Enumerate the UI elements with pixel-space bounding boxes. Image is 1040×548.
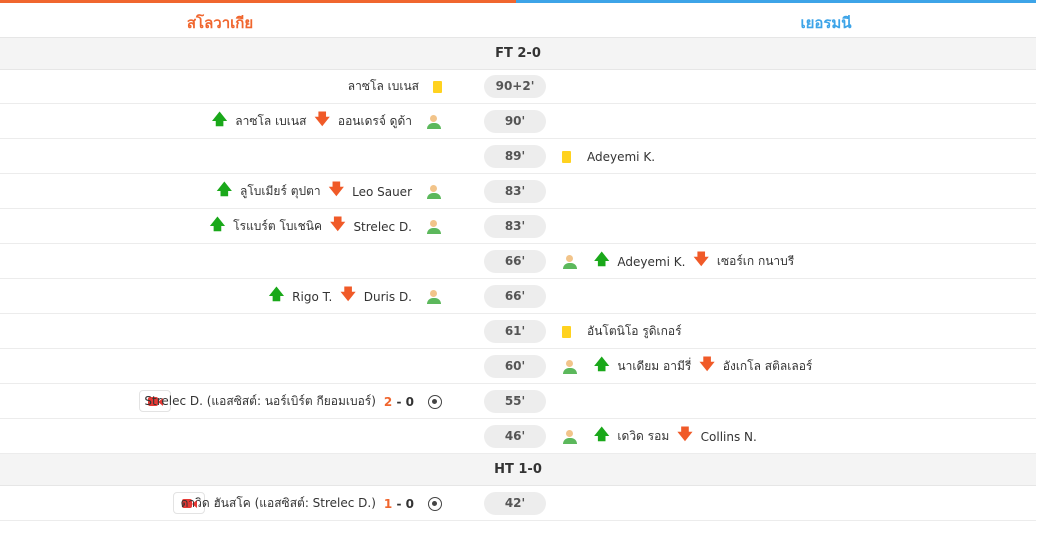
player-name: อันโตนิโอ รูดิเกอร์	[587, 324, 682, 338]
football-icon	[428, 496, 442, 511]
substitution-icon	[426, 184, 442, 199]
event-minute: 90'	[484, 110, 546, 133]
event-row: 🡅 Rigo T. 🡇 Duris D. 66'	[0, 279, 1036, 314]
substitution-icon	[426, 219, 442, 234]
sub-in-arrow-icon: 🡅	[211, 110, 228, 128]
player-name: ลาซโล เบเนส	[347, 79, 419, 93]
event-row: 61' อันโตนิโอ รูดิเกอร์	[0, 314, 1036, 349]
sub-out-arrow-icon: 🡇	[677, 425, 693, 443]
yellow-card-icon	[562, 325, 571, 338]
event-minute: 42'	[484, 492, 546, 515]
sub-out-player: Leo Sauer	[352, 184, 412, 199]
event-row: 89' Adeyemi K.	[0, 139, 1036, 174]
event-row: 🡅 โรแบร์ต โบเชนิค 🡇 Strelec D. 83'	[0, 209, 1036, 244]
sub-out-arrow-icon: 🡇	[330, 215, 346, 233]
sub-in-player: ลูโบเมียร์ ตุปตา	[240, 184, 321, 198]
sub-in-player: นาเดียม อามีรี่	[617, 359, 692, 373]
substitution-icon	[562, 254, 578, 269]
goal-score: 1 - 0	[384, 497, 414, 511]
football-icon	[428, 394, 442, 409]
sub-in-player: โรแบร์ต โบเชนิค	[233, 219, 323, 233]
sub-out-player: Collins N.	[700, 429, 757, 444]
sub-out-player: ออนเดรจ์ ดูด้า	[337, 114, 412, 128]
sub-in-arrow-icon: 🡅	[594, 355, 610, 373]
sub-out-arrow-icon: 🡇	[693, 250, 709, 268]
event-minute: 83'	[484, 180, 546, 203]
sub-in-arrow-icon: 🡅	[209, 215, 226, 233]
yellow-card-icon	[433, 80, 442, 93]
sub-out-arrow-icon: 🡇	[699, 355, 715, 373]
event-minute: 83'	[484, 215, 546, 238]
sub-out-arrow-icon: 🡇	[340, 285, 356, 303]
yellow-card-icon	[562, 150, 571, 163]
event-minute: 66'	[484, 285, 546, 308]
goal-description: Strelec D. (แอสซิสต์: นอร์เบิร์ต กียอมเบ…	[144, 394, 376, 408]
sub-in-arrow-icon: 🡅	[268, 285, 285, 303]
period-halftime: HT 1-0	[0, 454, 1036, 486]
sub-out-player: Strelec D.	[353, 219, 412, 234]
event-minute: 89'	[484, 145, 546, 168]
substitution-icon	[562, 429, 578, 444]
event-row: ดาวิด ฮันสโค (แอสซิสต์: Strelec D.) 1 - …	[0, 486, 1036, 521]
event-row: 🡅 ลูโบเมียร์ ตุปตา 🡇 Leo Sauer 83'	[0, 174, 1036, 209]
score-separator: -	[396, 394, 402, 409]
event-row: 60' 🡅 นาเดียม อามีรี่ 🡇 อังเกโล สติลเลอร…	[0, 349, 1036, 384]
teams-header: สโลวาเกีย เยอรมนี	[0, 0, 1036, 38]
score-home: 2	[383, 394, 393, 409]
player-name: Adeyemi K.	[587, 149, 656, 164]
sub-in-player: Rigo T.	[292, 289, 333, 304]
sub-out-player: Duris D.	[363, 289, 412, 304]
sub-out-arrow-icon: 🡇	[328, 180, 345, 198]
substitution-icon	[426, 289, 442, 304]
event-minute: 55'	[484, 390, 546, 413]
event-minute: 66'	[484, 250, 546, 273]
sub-in-player: Adeyemi K.	[617, 254, 686, 269]
event-minute: 90+2'	[484, 75, 546, 98]
substitution-icon	[426, 114, 442, 129]
event-row: 🡅 ลาซโล เบเนส 🡇 ออนเดรจ์ ดูด้า 90'	[0, 104, 1036, 139]
goal-description: ดาวิด ฮันสโค (แอสซิสต์: Strelec D.)	[180, 496, 376, 510]
event-row: 46' 🡅 เดวิด รอม 🡇 Collins N.	[0, 419, 1036, 454]
event-row: ลาซโล เบเนส 90+2'	[0, 69, 1036, 104]
away-team-name[interactable]: เยอรมนี	[516, 11, 1040, 35]
score-home: 1	[383, 496, 393, 511]
away-accent-line	[516, 0, 1036, 3]
event-minute: 46'	[484, 425, 546, 448]
event-row: 66' 🡅 Adeyemi K. 🡇 เซอร์เก กนาบรี	[0, 244, 1036, 279]
sub-out-player: เซอร์เก กนาบรี	[716, 254, 795, 268]
sub-in-arrow-icon: 🡅	[216, 180, 232, 198]
event-row: Strelec D. (แอสซิสต์: นอร์เบิร์ต กียอมเบ…	[0, 384, 1036, 419]
sub-in-player: เดวิด รอม	[617, 429, 670, 443]
home-accent-line	[0, 0, 516, 3]
sub-in-arrow-icon: 🡅	[594, 250, 610, 268]
sub-out-player: อังเกโล สติลเลอร์	[722, 359, 813, 373]
score-separator: -	[396, 496, 402, 511]
score-away: 0	[405, 496, 414, 511]
period-fulltime: FT 2-0	[0, 38, 1036, 70]
sub-in-player: ลาซโล เบเนส	[235, 114, 307, 128]
home-team-name[interactable]: สโลวาเกีย	[0, 11, 440, 35]
goal-score: 2 - 0	[384, 395, 414, 409]
sub-out-arrow-icon: 🡇	[314, 110, 330, 128]
score-away: 0	[405, 394, 414, 409]
event-minute: 60'	[484, 355, 546, 378]
substitution-icon	[562, 359, 578, 374]
sub-in-arrow-icon: 🡅	[594, 425, 610, 443]
event-minute: 61'	[484, 320, 546, 343]
